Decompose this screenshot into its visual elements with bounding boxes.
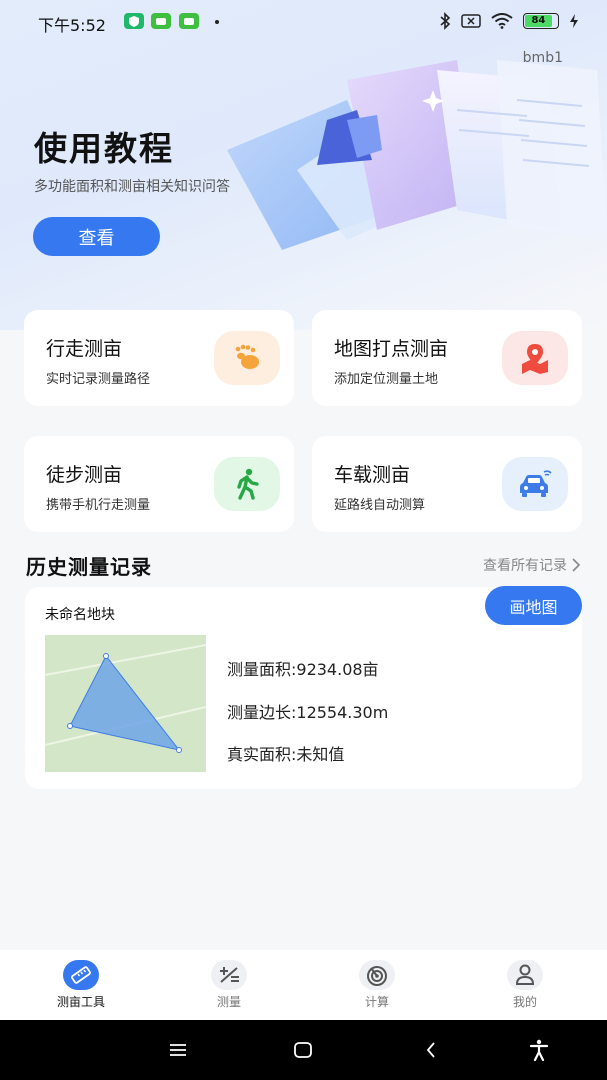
- card-title: 地图打点测亩: [334, 338, 449, 360]
- home-icon[interactable]: [291, 1038, 315, 1062]
- tab-measure[interactable]: 测量: [174, 950, 284, 1020]
- draw-map-button[interactable]: 画地图: [485, 586, 582, 625]
- measured-area: 测量面积:9234.08亩: [227, 660, 379, 679]
- android-app-icon: [179, 13, 199, 29]
- card-walk-measure[interactable]: 行走测亩 实时记录测量路径: [24, 310, 294, 406]
- ruler-icon: [63, 960, 99, 990]
- tab-calculate[interactable]: 计算: [322, 950, 432, 1020]
- shield-app-icon: [124, 13, 144, 29]
- car-icon: [502, 457, 568, 511]
- card-subtitle: 延路线自动测算: [334, 498, 426, 513]
- radar-icon: [359, 960, 395, 990]
- system-nav-bar: [0, 1020, 607, 1080]
- back-icon[interactable]: [419, 1038, 443, 1062]
- card-car-measure[interactable]: 车载测亩 延路线自动测算: [312, 436, 582, 532]
- view-all-records-link[interactable]: 查看所有记录: [483, 555, 581, 575]
- record-map-thumbnail: [45, 635, 206, 772]
- card-title: 行走测亩: [46, 338, 123, 360]
- record-name: 未命名地块: [45, 607, 115, 623]
- hero-title: 使用教程: [34, 129, 174, 168]
- map-pin-icon: [502, 331, 568, 385]
- menu-icon[interactable]: [166, 1038, 190, 1062]
- battery-level: 84: [525, 15, 552, 27]
- card-title: 车载测亩: [334, 464, 411, 486]
- tab-label: 计算: [364, 995, 389, 1009]
- accessibility-icon[interactable]: [527, 1038, 551, 1062]
- bottom-nav: 测亩工具 测量 计算 我的: [0, 950, 607, 1020]
- user-icon: [507, 960, 543, 990]
- android-app-icon: [151, 13, 171, 29]
- history-title: 历史测量记录: [26, 555, 152, 579]
- charging-icon: [570, 14, 578, 28]
- user-name: bmb1: [522, 50, 563, 66]
- status-icons: 84: [439, 12, 579, 30]
- tab-label: 我的: [512, 995, 537, 1009]
- record-card[interactable]: 未命名地块 画地图 测量面积:9234.08亩 测量边长:12554.30m 真…: [25, 586, 582, 789]
- tab-profile[interactable]: 我的: [470, 950, 580, 1020]
- hero-subtitle: 多功能面积和测亩相关知识问答: [34, 179, 230, 195]
- real-area: 真实面积:未知值: [227, 745, 345, 764]
- card-subtitle: 携带手机行走测量: [46, 498, 151, 513]
- notification-dot: [215, 20, 219, 24]
- tab-label: 测亩工具: [56, 995, 105, 1009]
- card-hike-measure[interactable]: 徒步测亩 携带手机行走测量: [24, 436, 294, 532]
- card-map-pin-measure[interactable]: 地图打点测亩 添加定位测量土地: [312, 310, 582, 406]
- footprints-icon: [214, 331, 280, 385]
- tab-label: 测量: [216, 995, 241, 1009]
- card-subtitle: 添加定位测量土地: [334, 372, 439, 387]
- card-subtitle: 实时记录测量路径: [46, 372, 151, 387]
- view-tutorial-button[interactable]: 查看: [33, 217, 160, 256]
- walking-person-icon: [214, 457, 280, 511]
- status-bar: 下午5:52 84: [0, 0, 607, 44]
- bluetooth-icon: [440, 12, 451, 30]
- book-illustration: [227, 60, 607, 250]
- wifi-icon: [491, 13, 513, 29]
- plus-minus-icon: [211, 960, 247, 990]
- tab-measure-tools[interactable]: 测亩工具: [26, 950, 136, 1020]
- view-all-label: 查看所有记录: [483, 558, 567, 574]
- sim-x-icon: [461, 14, 481, 28]
- measured-perimeter: 测量边长:12554.30m: [227, 703, 389, 722]
- chevron-right-icon: [572, 558, 581, 572]
- status-time: 下午5:52: [38, 16, 106, 35]
- card-title: 徒步测亩: [46, 464, 123, 486]
- battery-icon: 84: [523, 13, 559, 29]
